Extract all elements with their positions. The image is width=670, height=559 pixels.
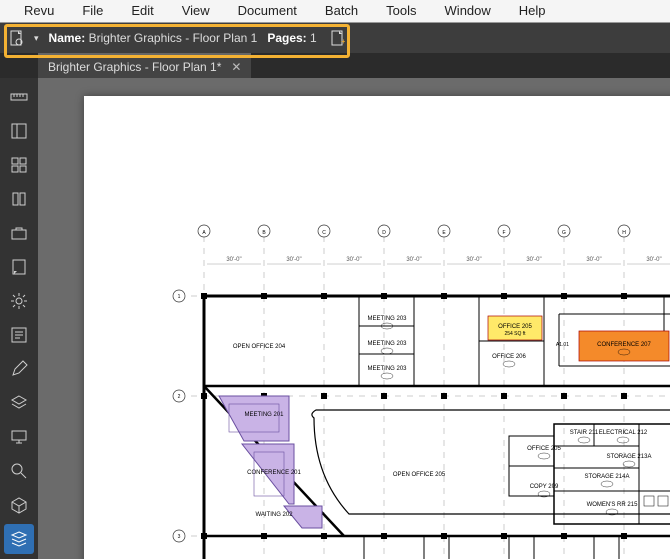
- pencil-icon[interactable]: [4, 354, 34, 384]
- svg-text:30'-0": 30'-0": [646, 257, 661, 263]
- menu-revu[interactable]: Revu: [10, 0, 68, 22]
- new-page-icon[interactable]: +: [327, 27, 349, 49]
- svg-text:WOMEN'S RR 215: WOMEN'S RR 215: [587, 502, 638, 508]
- tabbar: Brighter Graphics - Floor Plan 1* ✕: [0, 53, 670, 79]
- menu-document[interactable]: Document: [224, 0, 311, 22]
- panel-icon[interactable]: [4, 116, 34, 146]
- svg-text:C: C: [322, 230, 326, 236]
- ruler-icon[interactable]: [4, 82, 34, 112]
- svg-text:F: F: [502, 230, 505, 236]
- svg-text:1: 1: [178, 294, 181, 300]
- svg-text:MEETING 201: MEETING 201: [244, 412, 284, 418]
- svg-text:30'-0": 30'-0": [346, 257, 361, 263]
- svg-text:STORAGE 214A: STORAGE 214A: [585, 474, 630, 480]
- canvas[interactable]: AB30'-0"C30'-0"D30'-0"E30'-0"F30'-0"G30'…: [38, 78, 670, 559]
- svg-text:G: G: [562, 230, 566, 236]
- svg-text:H: H: [622, 230, 626, 236]
- toolbox-icon[interactable]: [4, 218, 34, 248]
- svg-text:D: D: [382, 230, 386, 236]
- name-label: Name: Brighter Graphics - Floor Plan 1 P…: [49, 31, 317, 45]
- layers-icon[interactable]: [4, 388, 34, 418]
- svg-text:ELECTRICAL 212: ELECTRICAL 212: [599, 430, 648, 436]
- menu-window[interactable]: Window: [431, 0, 505, 22]
- gear-icon[interactable]: [4, 286, 34, 316]
- svg-text:OFFICE 206: OFFICE 206: [492, 354, 526, 360]
- page[interactable]: AB30'-0"C30'-0"D30'-0"E30'-0"F30'-0"G30'…: [84, 96, 670, 559]
- monitor-icon[interactable]: [4, 422, 34, 452]
- svg-text:MEETING 203: MEETING 203: [367, 341, 407, 347]
- menu-help[interactable]: Help: [505, 0, 560, 22]
- stack-icon[interactable]: [4, 524, 34, 554]
- svg-text:STAIR 211: STAIR 211: [570, 430, 599, 436]
- document-icon[interactable]: [6, 27, 28, 49]
- tab-title: Brighter Graphics - Floor Plan 1*: [48, 60, 221, 74]
- svg-text:CONFERENCE 207: CONFERENCE 207: [597, 342, 651, 348]
- menu-batch[interactable]: Batch: [311, 0, 372, 22]
- sidebar: [0, 78, 38, 559]
- svg-text:30'-0": 30'-0": [586, 257, 601, 263]
- close-icon[interactable]: ✕: [231, 60, 241, 74]
- menubar: Revu File Edit View Document Batch Tools…: [0, 0, 670, 23]
- svg-text:254 SQ ft: 254 SQ ft: [504, 331, 526, 337]
- box-icon[interactable]: [4, 490, 34, 520]
- svg-text:OFFICE 205: OFFICE 205: [527, 446, 561, 452]
- svg-text:3: 3: [178, 534, 181, 540]
- svg-text:MEETING 203: MEETING 203: [367, 366, 407, 372]
- svg-text:OPEN OFFICE 204: OPEN OFFICE 204: [233, 344, 286, 350]
- menu-tools[interactable]: Tools: [372, 0, 430, 22]
- svg-text:30'-0": 30'-0": [466, 257, 481, 263]
- svg-text:30'-0": 30'-0": [286, 257, 301, 263]
- svg-text:STORAGE 213A: STORAGE 213A: [607, 454, 652, 460]
- svg-text:OPEN OFFICE 205: OPEN OFFICE 205: [393, 472, 446, 478]
- form-icon[interactable]: [4, 252, 34, 282]
- document-tab[interactable]: Brighter Graphics - Floor Plan 1* ✕: [38, 53, 251, 79]
- menu-file[interactable]: File: [68, 0, 117, 22]
- search-icon[interactable]: [4, 456, 34, 486]
- svg-text:+: +: [341, 37, 345, 46]
- floor-plan: AB30'-0"C30'-0"D30'-0"E30'-0"F30'-0"G30'…: [84, 96, 670, 559]
- svg-text:MEETING 203: MEETING 203: [367, 316, 407, 322]
- svg-text:30'-0": 30'-0": [526, 257, 541, 263]
- svg-text:30'-0": 30'-0": [226, 257, 241, 263]
- menu-view[interactable]: View: [168, 0, 224, 22]
- book-icon[interactable]: [4, 184, 34, 214]
- list-icon[interactable]: [4, 320, 34, 350]
- pages-value: 1: [310, 31, 317, 45]
- dropdown-chevron-icon[interactable]: ▾: [34, 33, 39, 44]
- svg-text:CONFERENCE 201: CONFERENCE 201: [247, 470, 301, 476]
- svg-text:2: 2: [178, 394, 181, 400]
- svg-text:OFFICE 205: OFFICE 205: [498, 324, 532, 330]
- name-value: Brighter Graphics - Floor Plan 1: [89, 31, 258, 45]
- svg-text:A1.01: A1.01: [556, 342, 569, 348]
- infobar: ▾ Name: Brighter Graphics - Floor Plan 1…: [0, 23, 670, 53]
- svg-text:COPY 209: COPY 209: [530, 484, 559, 490]
- svg-text:WAITING 202: WAITING 202: [255, 512, 293, 518]
- menu-edit[interactable]: Edit: [117, 0, 167, 22]
- grid-icon[interactable]: [4, 150, 34, 180]
- svg-text:30'-0": 30'-0": [406, 257, 421, 263]
